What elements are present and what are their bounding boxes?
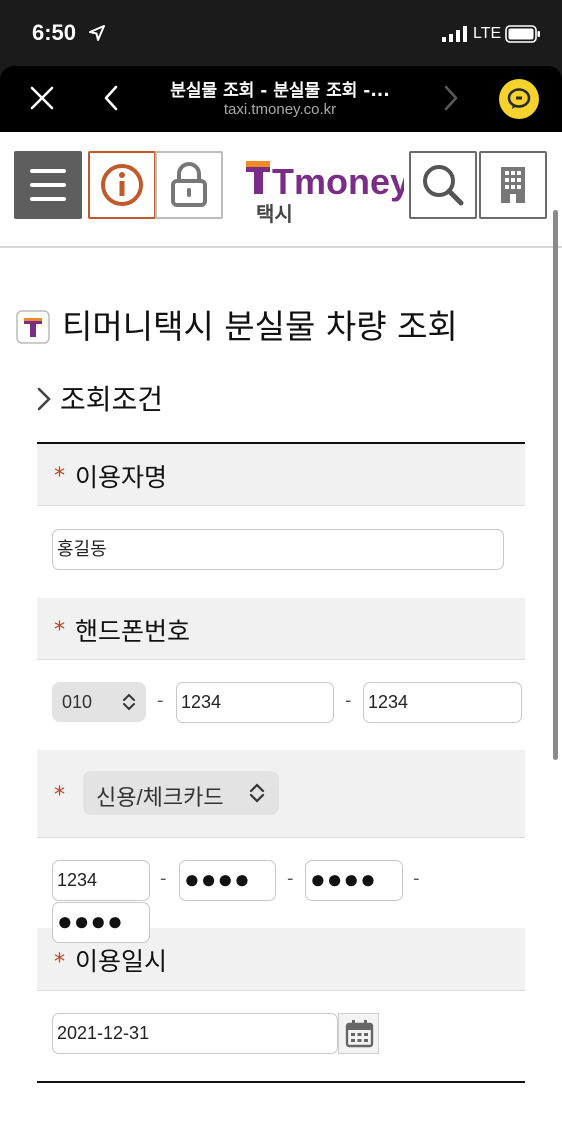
status-time: 6:50 <box>32 20 77 45</box>
card-label-row: * 신용/체크카드 <box>37 750 525 838</box>
page-title: 티머니택시 분실물 차량 조회 <box>62 307 458 346</box>
logo-text: Tmoney <box>272 161 404 202</box>
date-input[interactable]: 2021-12-31 <box>52 1013 338 1054</box>
required-mark: * <box>54 783 65 808</box>
calendar-button[interactable] <box>338 1013 379 1054</box>
phone-prefix-select[interactable]: 010 <box>52 682 146 722</box>
menu-button[interactable] <box>14 151 82 219</box>
phone-label-row: * 핸드폰번호 <box>37 598 525 660</box>
back-arrow-icon[interactable] <box>100 83 124 113</box>
card-part2-input[interactable]: ●●●● <box>179 860 276 901</box>
card-type-select[interactable]: 신용/체크카드 <box>83 771 279 815</box>
calendar-icon <box>345 1020 374 1048</box>
date-label: 이용일시 <box>75 947 168 976</box>
select-arrows-icon <box>123 693 135 711</box>
close-icon[interactable] <box>28 84 56 112</box>
browser-page-title: 분실물 조회 - 분실물 조회 -... <box>170 81 390 101</box>
required-mark: * <box>54 618 65 643</box>
card-part3-input[interactable]: ●●●● <box>305 860 403 901</box>
chat-bubble-icon <box>507 88 531 109</box>
info-button[interactable] <box>88 151 156 219</box>
form-bottom-rule <box>37 1081 525 1083</box>
network-type: LTE <box>473 25 502 42</box>
phone-label: 핸드폰번호 <box>75 617 191 646</box>
required-mark: * <box>54 464 65 489</box>
card-type-value: 신용/체크카드 <box>96 785 224 810</box>
required-mark: * <box>54 950 65 975</box>
select-arrows-icon <box>249 783 265 803</box>
scrollbar[interactable] <box>553 210 558 760</box>
login-button[interactable] <box>155 151 223 219</box>
info-icon <box>101 164 143 206</box>
name-label: 이용자명 <box>75 463 168 492</box>
separator: - <box>287 868 294 889</box>
chevron-right-icon <box>37 387 51 411</box>
separator: - <box>157 690 164 711</box>
signal-icon <box>442 26 467 42</box>
building-icon <box>501 167 525 203</box>
company-button[interactable] <box>479 151 547 219</box>
card-part4-input[interactable]: ●●●● <box>52 902 150 943</box>
browser-url[interactable]: taxi.tmoney.co.kr <box>140 101 420 118</box>
search-button[interactable] <box>409 151 477 219</box>
browser-bar: 분실물 조회 - 분실물 조회 -... taxi.tmoney.co.kr <box>0 66 562 132</box>
battery-icon <box>505 25 540 43</box>
logo-subtitle: 택시 <box>256 202 293 226</box>
card-part1-input[interactable]: 1234 <box>52 860 150 901</box>
menu-icon <box>30 169 66 201</box>
site-header: Tmoney 택시 <box>0 132 562 248</box>
separator: - <box>345 690 352 711</box>
phone-middle-input[interactable]: 1234 <box>176 682 334 723</box>
separator: - <box>413 868 420 889</box>
name-label-row: * 이용자명 <box>37 444 525 506</box>
phone-prefix-value: 010 <box>62 692 93 712</box>
name-input[interactable]: 홍길동 <box>52 529 504 570</box>
tmoney-badge-icon <box>16 310 50 344</box>
phone-last-input[interactable]: 1234 <box>363 682 522 723</box>
section-title: 조회조건 <box>60 383 164 416</box>
separator: - <box>160 868 167 889</box>
forward-arrow-icon <box>444 85 458 111</box>
lock-icon <box>171 162 207 207</box>
kakaotalk-button[interactable] <box>499 79 539 119</box>
search-icon <box>423 165 464 206</box>
location-arrow-icon <box>89 25 105 41</box>
